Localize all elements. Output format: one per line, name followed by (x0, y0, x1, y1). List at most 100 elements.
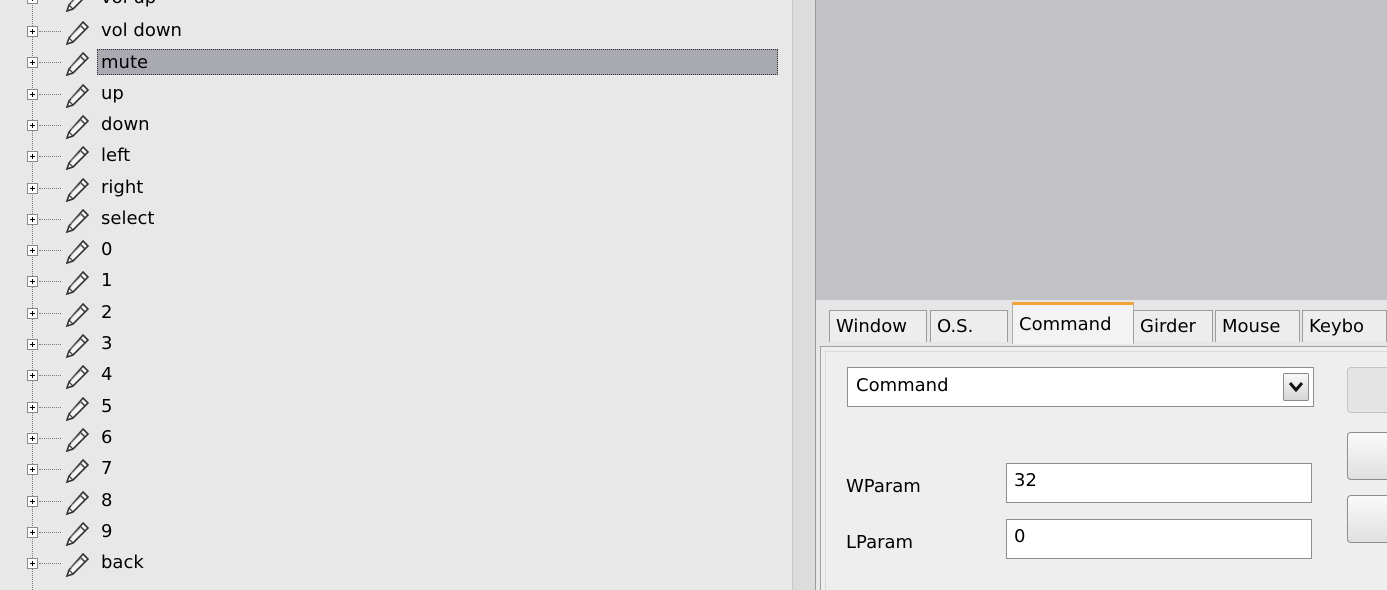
action-tree[interactable]: vol up vol down mute up down left right select 0… (0, 0, 792, 590)
tree-item-label: 6 (101, 426, 113, 448)
expand-plus-icon[interactable] (27, 526, 38, 538)
tree-item[interactable]: 5 (0, 393, 792, 425)
command-type-value: Command (856, 375, 949, 396)
wparam-label: WParam (846, 476, 921, 497)
lparam-label: LParam (846, 532, 914, 553)
pencil-icon (63, 176, 91, 204)
tree-connector (39, 281, 61, 283)
tree-connector (39, 62, 61, 64)
expand-plus-icon[interactable] (27, 401, 38, 413)
tree-item[interactable]: right (0, 174, 792, 206)
lparam-input[interactable]: 0 (1006, 519, 1312, 559)
expand-plus-icon[interactable] (27, 464, 38, 476)
pencil-icon (63, 426, 91, 454)
tree-connector (39, 437, 61, 439)
tab-command[interactable]: Command (1012, 302, 1134, 344)
side-button-2[interactable] (1347, 495, 1387, 543)
tab-mouse[interactable]: Mouse (1215, 310, 1300, 342)
pencil-icon (63, 50, 91, 78)
tree-connector (39, 156, 61, 158)
tree-connector (39, 124, 61, 126)
tree-item-label: vol down (101, 20, 182, 41)
tree-item[interactable]: 4 (0, 361, 792, 393)
lparam-value: 0 (1014, 526, 1026, 547)
pencil-icon (63, 551, 91, 579)
tree-item-label: 8 (101, 489, 113, 511)
tree-item[interactable]: 1 (0, 267, 792, 299)
tree-item-label: 9 (101, 520, 113, 542)
tree-item-partial[interactable]: vol up (0, 0, 792, 16)
tree-connector (39, 93, 61, 95)
pencil-icon (63, 0, 91, 14)
tree-item[interactable]: 8 (0, 487, 792, 519)
tab-bar: Window O.S. Command Girder Mouse Keybo (816, 300, 1387, 348)
tree-item[interactable]: select (0, 205, 792, 237)
expand-plus-icon[interactable] (27, 88, 38, 100)
tree-item[interactable]: mute (0, 48, 792, 80)
tree-item[interactable]: vol down (0, 17, 792, 49)
pencil-icon (63, 144, 91, 172)
tree-connector (39, 406, 61, 408)
command-type-select[interactable]: Command (847, 367, 1314, 407)
expand-plus-icon[interactable] (27, 182, 38, 194)
pencil-icon (63, 19, 91, 47)
tree-item-label: 4 (101, 364, 113, 386)
tree-item[interactable]: left (0, 142, 792, 174)
side-button-1[interactable] (1347, 432, 1387, 480)
expand-plus-icon[interactable] (27, 495, 38, 507)
expand-plus-icon[interactable] (27, 245, 38, 257)
tab-keyboard[interactable]: Keybo (1302, 310, 1387, 342)
expand-plus-icon[interactable] (27, 26, 38, 37)
tree-item-label: down (101, 113, 150, 135)
pencil-icon (63, 238, 91, 266)
expand-plus-icon[interactable] (27, 432, 38, 444)
expand-plus-icon[interactable] (27, 0, 38, 4)
tree-item-label: 5 (101, 395, 113, 417)
tree-connector (39, 563, 61, 565)
tab-girder[interactable]: Girder (1133, 310, 1213, 342)
tree-item[interactable]: 3 (0, 330, 792, 362)
pencil-icon (63, 395, 91, 423)
tree-connector (39, 187, 61, 189)
tree-item[interactable]: 9 (0, 518, 792, 550)
pencil-icon (63, 269, 91, 297)
tree-item-label: select (101, 207, 155, 229)
tree-connector (39, 500, 61, 502)
expand-plus-icon[interactable] (27, 57, 38, 69)
tree-item[interactable]: down (0, 111, 792, 143)
tree-item[interactable]: 2 (0, 299, 792, 331)
tree-item-label: 0 (101, 239, 113, 261)
pencil-icon (63, 301, 91, 329)
wparam-input[interactable]: 32 (1006, 463, 1312, 503)
tree-item[interactable]: back (0, 549, 792, 581)
chevron-down-icon[interactable] (1283, 373, 1309, 401)
expand-plus-icon[interactable] (27, 151, 38, 163)
expand-plus-icon[interactable] (27, 370, 38, 382)
tree-item[interactable]: 0 (0, 236, 792, 268)
tree-item[interactable]: up (0, 80, 792, 112)
expand-plus-icon[interactable] (27, 307, 38, 319)
disabled-side-button (1347, 367, 1387, 413)
tree-item-label: up (101, 82, 124, 104)
tree-item-label: back (101, 552, 144, 574)
tree-item[interactable]: 6 (0, 424, 792, 456)
pencil-icon (63, 520, 91, 548)
tab-window[interactable]: Window (829, 310, 927, 342)
expand-plus-icon[interactable] (27, 119, 38, 131)
pencil-icon (63, 489, 91, 517)
expand-plus-icon[interactable] (27, 213, 38, 225)
tree-connector (39, 250, 61, 252)
pencil-icon (63, 332, 91, 360)
tree-item-label: left (101, 145, 131, 167)
tree-connector (39, 469, 61, 471)
expand-plus-icon[interactable] (27, 339, 38, 350)
tab-os[interactable]: O.S. (930, 310, 1008, 342)
tree-item-label: 7 (101, 458, 113, 480)
tree-item-label: 1 (101, 270, 113, 292)
tree-item[interactable]: 7 (0, 455, 792, 487)
tree-connector (39, 531, 61, 533)
tree-connector (39, 375, 61, 377)
panel-splitter[interactable] (792, 0, 816, 590)
expand-plus-icon[interactable] (27, 558, 38, 570)
expand-plus-icon[interactable] (27, 276, 38, 288)
